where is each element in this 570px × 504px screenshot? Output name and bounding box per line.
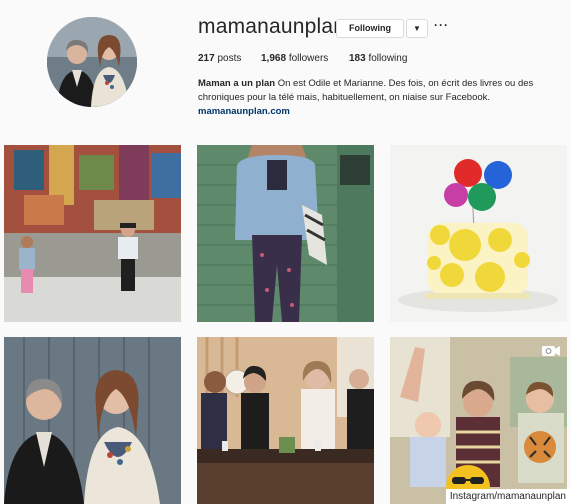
following-stat[interactable]: 183 following bbox=[349, 53, 407, 64]
post-thumbnail-4[interactable] bbox=[4, 337, 181, 504]
chevron-down-icon: ▼ bbox=[413, 24, 421, 33]
following-count: 183 bbox=[349, 53, 366, 64]
posts-stat: 217 posts bbox=[198, 53, 241, 64]
bio-name: Maman a un plan bbox=[198, 78, 276, 89]
instagram-watermark: Instagram/mamanaunplan bbox=[445, 489, 570, 504]
following-label: following bbox=[368, 53, 408, 64]
profile-bio: Maman a un plan On est Odile et Marianne… bbox=[198, 77, 558, 105]
video-camera-icon bbox=[541, 344, 561, 358]
post-thumbnail-5[interactable] bbox=[197, 337, 374, 504]
suggestions-dropdown-button[interactable]: ▼ bbox=[406, 19, 428, 38]
post-thumbnail-1[interactable] bbox=[4, 145, 181, 322]
followers-stat[interactable]: 1,968 followers bbox=[261, 53, 328, 64]
followers-label: followers bbox=[288, 53, 329, 64]
post-thumbnail-2[interactable] bbox=[197, 145, 374, 322]
posts-count: 217 bbox=[198, 53, 215, 64]
profile-website-link[interactable]: mamanaunplan.com bbox=[198, 106, 290, 117]
followers-count: 1,968 bbox=[261, 53, 287, 64]
profile-header: mamanaunplan Following ▼ ··· 217 posts 1… bbox=[0, 0, 570, 130]
following-button[interactable]: Following bbox=[336, 19, 404, 38]
profile-avatar[interactable] bbox=[47, 17, 137, 107]
more-horizontal-icon: ··· bbox=[434, 18, 449, 32]
post-thumbnail-3[interactable] bbox=[390, 145, 567, 322]
profile-username: mamanaunplan bbox=[198, 15, 346, 38]
more-options-button[interactable]: ··· bbox=[434, 18, 449, 32]
posts-label: posts bbox=[217, 53, 242, 64]
post-thumbnail-6[interactable] bbox=[390, 337, 567, 504]
